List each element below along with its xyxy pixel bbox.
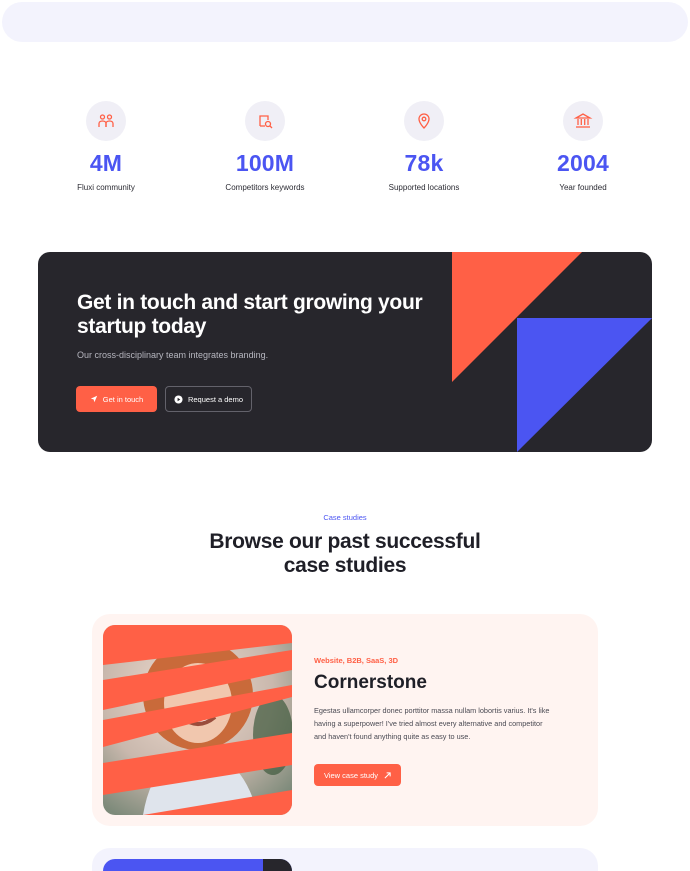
view-case-study-button[interactable]: View case study xyxy=(314,764,401,786)
stat-value: 2004 xyxy=(557,150,609,176)
cta-subtitle: Our cross-disciplinary team integrates b… xyxy=(77,350,269,360)
request-demo-button[interactable]: Request a demo xyxy=(165,386,252,412)
stat-label: Supported locations xyxy=(388,183,460,192)
view-case-study-label: View case study xyxy=(323,770,379,780)
top-navigation-bar xyxy=(2,2,688,42)
stat-keywords: 100M Competitors keywords xyxy=(185,101,345,192)
case-studies-title: Browse our past successful case studies xyxy=(0,530,690,578)
location-pin-icon xyxy=(404,101,444,141)
case-study-description: Egestas ullamcorper donec porttitor mass… xyxy=(314,706,550,741)
case-studies-title-text: Browse our past successful case studies xyxy=(209,530,481,577)
case-study-card-next xyxy=(92,848,598,871)
case-study-card: Website, B2B, SaaS, 3D Cornerstone Egest… xyxy=(92,614,598,826)
case-study-image xyxy=(103,625,292,815)
stat-label: Competitors keywords xyxy=(225,183,305,192)
play-circle-icon xyxy=(174,394,183,404)
stat-label: Fluxi community xyxy=(77,183,135,192)
stat-locations: 78k Supported locations xyxy=(344,101,504,192)
case-study-tags: Website, B2B, SaaS, 3D xyxy=(314,656,399,665)
stat-label: Year founded xyxy=(559,183,607,192)
cta-decorative-triangles xyxy=(452,252,652,452)
stat-community: 4M Fluxi community xyxy=(26,101,186,192)
get-in-touch-label: Get in touch xyxy=(102,394,144,404)
stat-value: 4M xyxy=(89,150,123,176)
get-in-touch-button[interactable]: Get in touch xyxy=(76,386,157,412)
stat-founded: 2004 Year founded xyxy=(503,101,663,192)
bank-building-icon xyxy=(563,101,603,141)
cta-title: Get in touch and start growing your star… xyxy=(77,291,423,338)
stat-value: 100M xyxy=(235,150,295,176)
team-icon xyxy=(86,101,126,141)
arrow-up-right-icon xyxy=(384,771,391,778)
case-study-title: Cornerstone xyxy=(314,672,427,693)
request-demo-label: Request a demo xyxy=(187,394,244,404)
stat-value: 78k xyxy=(404,150,444,176)
cta-banner: Get in touch and start growing your star… xyxy=(38,252,652,452)
case-studies-eyebrow: Case studies xyxy=(323,513,367,522)
search-document-icon xyxy=(245,101,285,141)
case-study-image-next xyxy=(103,859,292,871)
send-icon xyxy=(90,395,97,403)
